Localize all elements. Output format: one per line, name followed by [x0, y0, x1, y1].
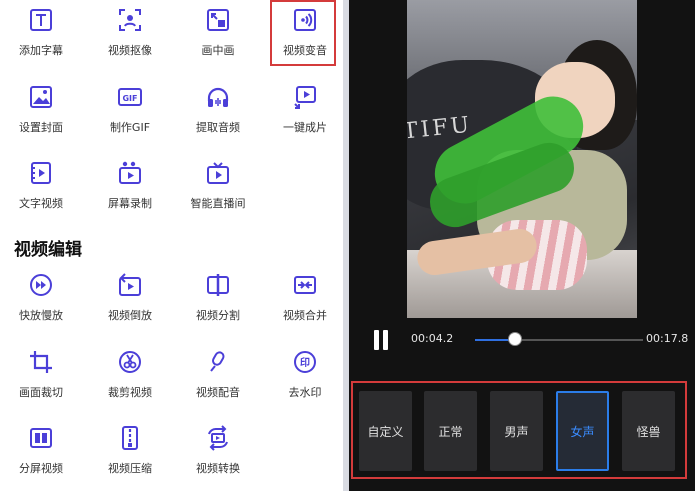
tool-label: 文字视频 [19, 197, 63, 210]
video-preview[interactable]: TIFU [407, 0, 637, 318]
voice-option-2[interactable]: 男声 [490, 391, 543, 471]
one-click-video-icon [292, 84, 318, 110]
gif-icon: GIF [117, 84, 143, 110]
edit-scissors-button[interactable]: 裁剪视频 [87, 345, 173, 407]
tool-label: 视频分割 [196, 309, 240, 322]
current-time: 00:04.2 [411, 332, 454, 345]
tool-label: 制作GIF [109, 121, 151, 134]
edit-watermark-button[interactable]: 印去水印 [262, 345, 348, 407]
cover-image-icon [28, 84, 54, 110]
tool-label: 视频压缩 [108, 462, 152, 475]
svg-text:印: 印 [300, 357, 310, 369]
tool-label: 分屏视频 [19, 462, 63, 475]
tool-label: 视频倒放 [108, 309, 152, 322]
tool-picture-in-picture-button[interactable]: 画中画 [175, 3, 261, 65]
voice-options-box: 自定义 正常 男声 女声 怪兽 [351, 381, 687, 479]
tool-one-click-video-button[interactable]: 一键成片 [262, 80, 348, 142]
crop-icon [28, 349, 54, 375]
tool-label: 设置封面 [19, 121, 63, 134]
watermark-icon: 印 [292, 349, 318, 375]
voice-option-4[interactable]: 怪兽 [622, 391, 675, 471]
edit-compress-button[interactable]: 视频压缩 [87, 421, 173, 483]
tool-label: 屏幕录制 [108, 197, 152, 210]
progress-knob[interactable] [508, 332, 522, 346]
total-time: 00:17.8 [646, 332, 689, 345]
edit-reverse-button[interactable]: 视频倒放 [87, 268, 173, 330]
headphones-icon [205, 84, 231, 110]
progress-track[interactable] [475, 332, 643, 346]
tool-label: 去水印 [288, 386, 322, 399]
reverse-icon [117, 272, 143, 298]
portrait-cutout-icon [117, 7, 143, 33]
tool-label: 画面裁切 [19, 386, 63, 399]
tools-panel: 添加字幕 视频抠像 画中画 视频变音 设置封面 GIF 制作GIF 提取音频 一键成片 文字视频屏… [0, 0, 343, 491]
tool-tv-live-button[interactable]: 智能直播间 [175, 156, 261, 218]
speed-icon [28, 272, 54, 298]
tool-gif-button[interactable]: GIF 制作GIF [87, 80, 173, 142]
tool-label: 视频抠像 [108, 44, 152, 57]
text-caption-icon [28, 7, 54, 33]
voice-option-3[interactable]: 女声 [556, 391, 609, 471]
tool-label: 智能直播间 [190, 197, 246, 210]
tool-label: 视频配音 [196, 386, 240, 399]
tool-cover-image-button[interactable]: 设置封面 [0, 80, 84, 142]
convert-icon [205, 425, 231, 451]
picture-in-picture-icon [205, 7, 231, 33]
text-video-icon [28, 160, 54, 186]
tool-label: 视频合并 [283, 309, 327, 322]
scissors-icon [117, 349, 143, 375]
tv-live-icon [205, 160, 231, 186]
playback-controls: 00:04.2 00:17.8 [349, 318, 695, 362]
edit-split-screen-button[interactable]: 分屏视频 [0, 421, 84, 483]
edit-merge-button[interactable]: 视频合并 [262, 268, 348, 330]
tool-label: 画中画 [201, 44, 235, 57]
pause-button[interactable] [371, 330, 391, 350]
edit-microphone-button[interactable]: 视频配音 [175, 345, 261, 407]
tool-headphones-button[interactable]: 提取音频 [175, 80, 261, 142]
voice-option-1[interactable]: 正常 [424, 391, 477, 471]
edit-speed-button[interactable]: 快放慢放 [0, 268, 84, 330]
edit-convert-button[interactable]: 视频转换 [175, 421, 261, 483]
svg-text:GIF: GIF [122, 94, 137, 103]
tool-label: 裁剪视频 [108, 386, 152, 399]
microphone-icon [205, 349, 231, 375]
edit-crop-button[interactable]: 画面裁切 [0, 345, 84, 407]
tool-label: 视频转换 [196, 462, 240, 475]
tool-screen-record-button[interactable]: 屏幕录制 [87, 156, 173, 218]
split-icon [205, 272, 231, 298]
voice-option-0[interactable]: 自定义 [359, 391, 412, 471]
edit-split-button[interactable]: 视频分割 [175, 268, 261, 330]
screen-record-icon [117, 160, 143, 186]
tool-label: 快放慢放 [19, 309, 63, 322]
voice-change-highlight [270, 0, 336, 66]
merge-icon [292, 272, 318, 298]
tool-portrait-cutout-button[interactable]: 视频抠像 [87, 3, 173, 65]
tool-label: 提取音频 [196, 121, 240, 134]
tool-text-video-button[interactable]: 文字视频 [0, 156, 84, 218]
split-screen-icon [28, 425, 54, 451]
editor-panel: TIFU 00:04.2 00:17.8 自定义 正常 男声 女声 怪兽 [349, 0, 695, 491]
tool-label: 一键成片 [283, 121, 327, 134]
compress-icon [117, 425, 143, 451]
section-title-video-edit: 视频编辑 [14, 240, 82, 260]
tool-label: 添加字幕 [19, 44, 63, 57]
tool-text-caption-button[interactable]: 添加字幕 [0, 3, 84, 65]
